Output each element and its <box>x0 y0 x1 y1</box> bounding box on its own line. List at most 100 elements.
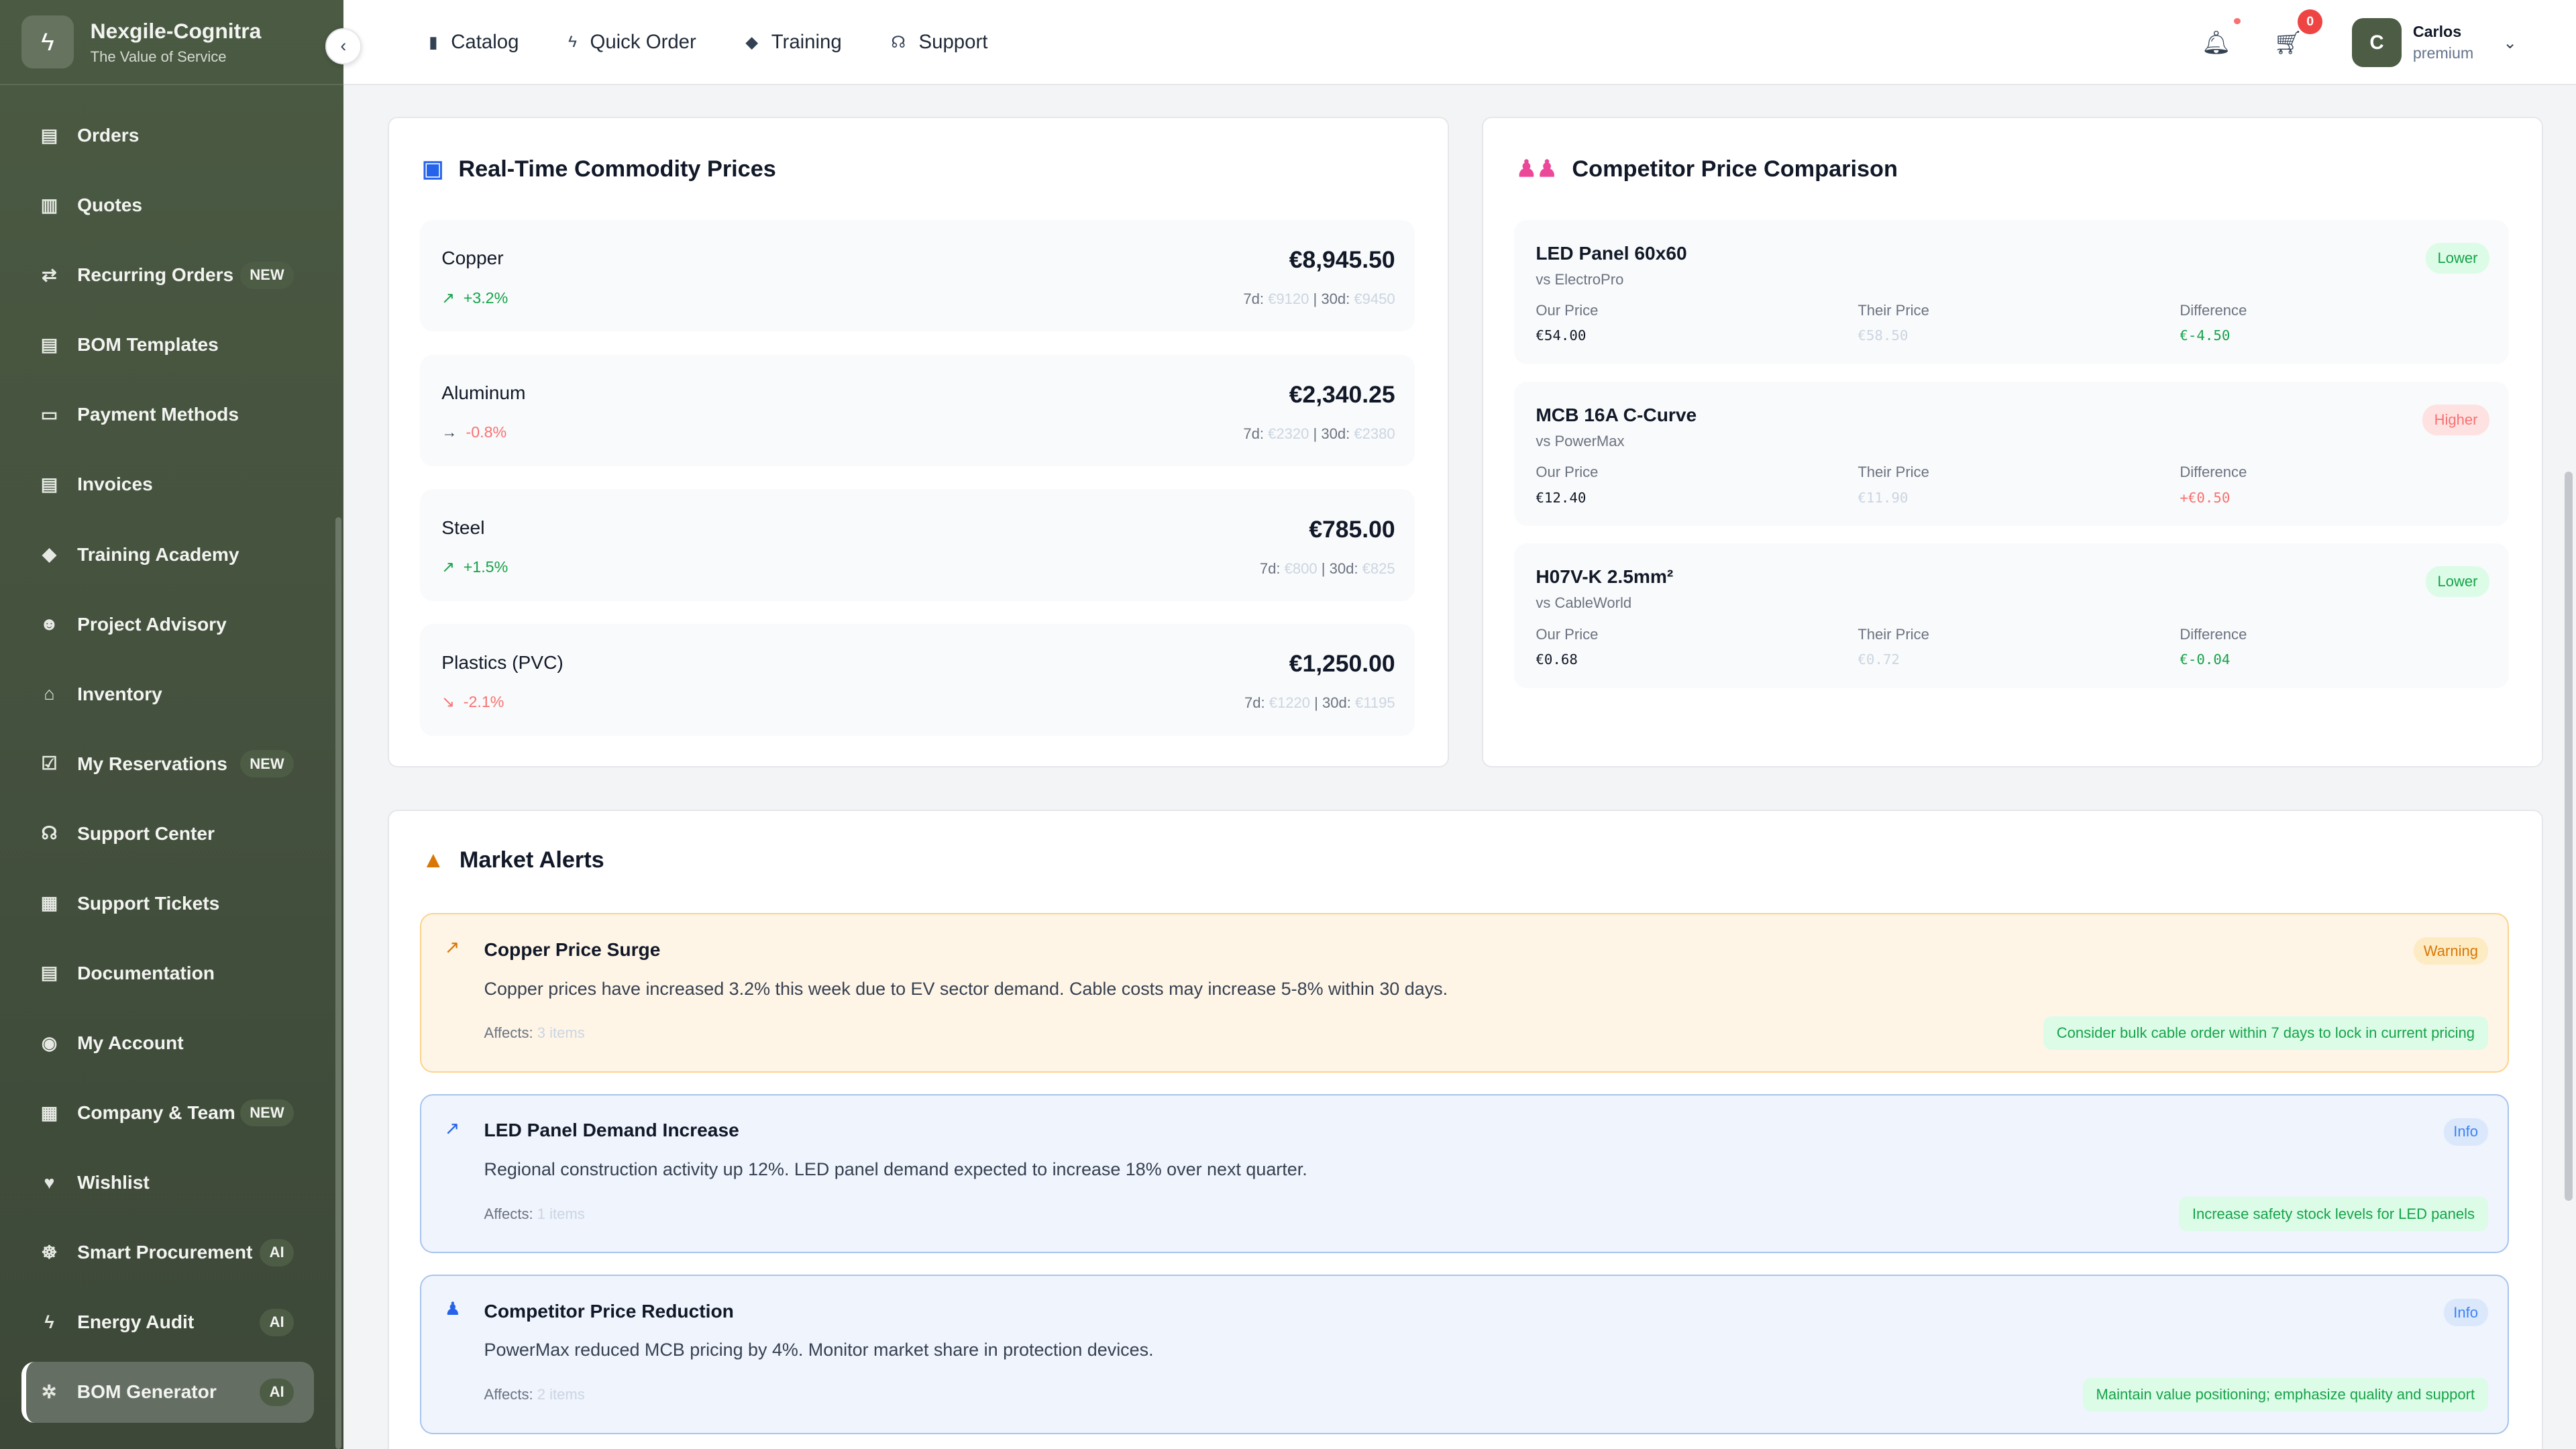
our-price-label: Our Price <box>1536 302 1598 319</box>
ticket-icon: ▦ <box>38 893 60 914</box>
sidebar-item-documentation[interactable]: ▤ Documentation <box>21 943 314 1004</box>
sidebar-item-label: Training Academy <box>77 544 239 566</box>
commodity-price: €2,340.25 <box>1289 381 1395 409</box>
notification-dot <box>2234 18 2241 25</box>
commodity-price: €1,250.00 <box>1289 650 1395 678</box>
headset-icon: ☊ <box>891 32 906 52</box>
page-scrollbar[interactable] <box>2565 472 2573 1201</box>
sidebar-item-label: My Reservations <box>77 753 227 775</box>
topnav-training[interactable]: ◆ Training <box>745 31 841 54</box>
commodity-name: Copper <box>441 248 503 269</box>
alert-item[interactable]: ♟ Competitor Price Reduction Info PowerM… <box>420 1275 2509 1434</box>
card-title: Market Alerts <box>460 847 604 873</box>
avatar: C <box>2352 18 2401 67</box>
bell-icon: 🔔︎ <box>2202 30 2231 56</box>
label-7d: 7d: <box>1243 290 1264 307</box>
catalog-icon: ▮ <box>429 32 437 52</box>
difference-label: Difference <box>2180 626 2247 643</box>
sidebar-item-payment-methods[interactable]: ▭ Payment Methods <box>21 384 314 445</box>
sidebar-item-quotes[interactable]: ▥ Quotes <box>21 175 314 236</box>
notifications-button[interactable]: 🔔︎ <box>2202 30 2231 56</box>
status-badge: Lower <box>2426 566 2489 597</box>
headset-icon: ☊ <box>38 823 60 844</box>
topnav-catalog[interactable]: ▮Catalog <box>429 31 519 54</box>
bolt-icon: ϟ <box>568 33 577 52</box>
topnav-label: Training <box>771 31 842 54</box>
sidebar-item-label: Energy Audit <box>77 1311 194 1333</box>
commodity-change: -2.1% <box>464 693 504 710</box>
label-30d: 30d: <box>1321 425 1350 442</box>
collapse-sidebar-button[interactable]: ‹ <box>325 28 362 64</box>
affects-count: 1 items <box>537 1205 585 1222</box>
sidebar-item-my-reservations[interactable]: ☑ My Reservations NEW <box>21 733 314 794</box>
sidebar-item-label: My Account <box>77 1032 184 1054</box>
sidebar-item-support-tickets[interactable]: ▦ Support Tickets <box>21 873 314 934</box>
sidebar-item-label: Documentation <box>77 963 215 984</box>
sidebar-scrollbar[interactable] <box>335 517 342 1449</box>
graduation-cap-icon: ◆ <box>745 32 758 52</box>
sidebar-item-label: Orders <box>77 125 139 146</box>
graduation-cap-icon: ◆ <box>38 544 60 565</box>
sidebar-item-bom-generator[interactable]: ✲ BOM Generator AI <box>21 1362 314 1423</box>
recommendation: Maintain value positioning; emphasize qu… <box>2083 1378 2488 1411</box>
sidebar-item-recurring-orders[interactable]: ⇄ Recurring Orders NEW <box>21 245 314 306</box>
sidebar-item-company-team[interactable]: ▦ Company & Team NEW <box>21 1083 314 1144</box>
trend-down-icon: ↘ <box>441 693 454 710</box>
sidebar-item-project-advisory[interactable]: ☻ Project Advisory <box>21 594 314 655</box>
cart-button[interactable]: 🛒︎0 <box>2273 30 2303 56</box>
commodity-row: Steel €785.00 ↗ +1.5% 7d: €800 | 30d: €8… <box>420 489 1415 601</box>
our-price: €54.00 <box>1536 327 1598 343</box>
sidebar-item-label: Inventory <box>77 684 162 705</box>
user-gear-icon: ☻ <box>38 614 60 635</box>
sidebar-badge: NEW <box>240 750 294 777</box>
sidebar-item-smart-procurement[interactable]: ☸ Smart Procurement AI <box>21 1222 314 1283</box>
sidebar-item-my-account[interactable]: ◉ My Account <box>21 1013 314 1074</box>
severity-badge: Warning <box>2414 937 2488 965</box>
brand[interactable]: ϟ Nexgile-Cognitra The Value of Service <box>0 0 343 85</box>
money-icon: ▣ <box>422 156 443 182</box>
alert-item[interactable]: ↗ Copper Price Surge Warning Copper pric… <box>420 913 2509 1073</box>
commodity-name: Aluminum <box>441 382 525 404</box>
invoice-icon: ▤ <box>38 474 60 495</box>
sidebar-badge: AI <box>260 1309 294 1336</box>
sidebar-item-invoices[interactable]: ▤ Invoices <box>21 454 314 515</box>
user-circle-icon: ◉ <box>38 1033 60 1054</box>
topnav-support[interactable]: ☊Support <box>891 31 987 54</box>
sidebar-badge: NEW <box>240 262 294 289</box>
user-name: Carlos <box>2413 23 2473 41</box>
product-name: LED Panel 60x60 <box>1536 243 1686 264</box>
leaf-bolt-icon: ϟ <box>38 1312 60 1333</box>
network-icon: ✲ <box>38 1382 60 1403</box>
sidebar-item-bom-templates[interactable]: ▤ BOM Templates <box>21 315 314 376</box>
top-nav: ▮Catalog ϟ Quick Order ◆ Training ☊Support <box>429 31 1037 54</box>
alert-item[interactable]: ↗ LED Panel Demand Increase Info Regiona… <box>420 1094 2509 1254</box>
competitor-name: vs CableWorld <box>1536 594 1631 612</box>
sidebar-item-label: Support Center <box>77 823 215 845</box>
label-30d: 30d: <box>1322 694 1351 711</box>
competitor-row: H07V-K 2.5mm² vs CableWorld Lower Our Pr… <box>1514 543 2509 688</box>
brain-gear-icon: ☸ <box>38 1242 60 1263</box>
sidebar-item-energy-audit[interactable]: ϟ Energy Audit AI <box>21 1292 314 1353</box>
sidebar: ϟ Nexgile-Cognitra The Value of Service … <box>0 0 343 1449</box>
price-30d: €2380 <box>1354 425 1395 442</box>
file-icon: ▤ <box>38 335 60 356</box>
our-price-label: Our Price <box>1536 464 1598 481</box>
topnav-quick-order[interactable]: ϟ Quick Order <box>568 31 696 54</box>
label-30d: 30d: <box>1321 290 1350 307</box>
sidebar-item-support-center[interactable]: ☊ Support Center <box>21 804 314 865</box>
sidebar-item-inventory[interactable]: ⌂ Inventory <box>21 663 314 724</box>
user-menu[interactable]: C Carlospremium ⌄ <box>2352 18 2517 67</box>
alert-title: Copper Price Surge <box>484 939 661 961</box>
recommendation: Consider bulk cable order within 7 days … <box>2043 1016 2487 1050</box>
sidebar-badge: AI <box>260 1379 294 1406</box>
competitor-row: LED Panel 60x60 vs ElectroPro Lower Our … <box>1514 220 2509 365</box>
sidebar-item-label: Quotes <box>77 195 142 216</box>
sidebar-item-orders[interactable]: ▤ Orders <box>21 105 314 166</box>
difference-label: Difference <box>2180 464 2247 481</box>
sidebar-item-label: Project Advisory <box>77 614 227 635</box>
sidebar-item-training-academy[interactable]: ◆ Training Academy <box>21 524 314 585</box>
sidebar-item-wishlist[interactable]: ♥ Wishlist <box>21 1152 314 1214</box>
trend-flat-icon: → <box>441 423 457 441</box>
topnav-label: Quick Order <box>590 31 696 54</box>
label-7d: 7d: <box>1260 560 1281 577</box>
